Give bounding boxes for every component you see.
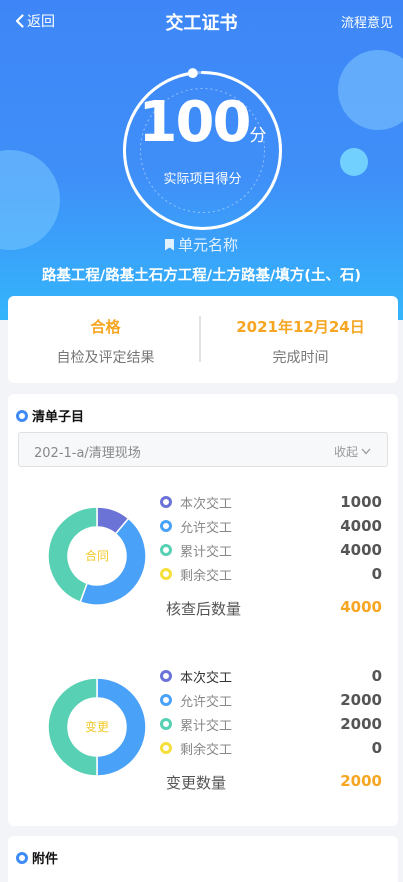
evaluation-status: 合格 [90, 318, 121, 336]
legend-label: 允许交工 [180, 520, 233, 536]
unit-name-label: 单元名称 [0, 234, 403, 255]
inventory-card: 清单子目 202-1-a/清理现场 收起 合同 本次交工 1000 允许交工 4… [8, 394, 398, 826]
completion-time: 2021年12月24日 完成时间 [203, 296, 398, 383]
score-unit: 分 [249, 126, 267, 146]
legend-value: 4000 [340, 541, 382, 559]
section-dot-icon [16, 851, 28, 864]
chevron-down-icon [361, 448, 371, 455]
unit-name-text: 单元名称 [177, 236, 238, 254]
summary-value: 2000 [340, 772, 382, 790]
contract-donut-chart: 合同 [48, 507, 146, 605]
attachments-card: 附件 [8, 836, 398, 882]
legend-row: 累计交工 2000 [160, 712, 382, 736]
item-select[interactable]: 202-1-a/清理现场 收起 [18, 432, 388, 467]
completion-label: 完成时间 [272, 350, 329, 366]
summary-label: 核查后数量 [166, 600, 242, 618]
legend-value: 4000 [340, 517, 382, 535]
score-value: 100 [138, 90, 252, 155]
contract-summary: 核查后数量 4000 [166, 598, 382, 619]
change-summary: 变更数量 2000 [166, 772, 382, 793]
collapse-label: 收起 [333, 445, 358, 459]
legend-label: 剩余交工 [180, 568, 233, 584]
flow-opinion-button[interactable]: 流程意见 [341, 12, 393, 31]
change-legend: 本次交工 0 允许交工 2000 累计交工 2000 剩余交工 0 [160, 664, 382, 760]
result-card: 合格 自检及评定结果 2021年12月24日 完成时间 [8, 296, 398, 383]
attachments-title: 附件 [32, 852, 59, 867]
donut-center-label: 变更 [85, 719, 109, 734]
legend-value: 0 [371, 667, 382, 685]
legend-row: 累计交工 4000 [160, 538, 382, 562]
score-value-wrap: 100分 [120, 90, 285, 155]
score-ring: 100分 实际项目得分 [120, 68, 285, 233]
legend-value: 2000 [340, 691, 382, 709]
bookmark-icon [164, 238, 174, 251]
legend-row: 本次交工 1000 [160, 490, 382, 514]
legend-dot-icon [160, 718, 172, 730]
legend-label: 本次交工 [180, 496, 233, 512]
legend-label: 剩余交工 [180, 742, 233, 758]
top-bar: 返回 交工证书 流程意见 [0, 0, 403, 44]
legend-label: 累计交工 [180, 544, 233, 560]
decor-bubble [340, 148, 368, 176]
contract-legend: 本次交工 1000 允许交工 4000 累计交工 4000 剩余交工 0 [160, 490, 382, 586]
inventory-section-title: 清单子目 [16, 406, 84, 425]
hero-header: 返回 交工证书 流程意见 100分 实际项目得分 单元名称 路基工程/路基土石方… [0, 0, 403, 320]
legend-dot-icon [160, 520, 172, 532]
item-select-value: 202-1-a/清理现场 [34, 446, 141, 461]
collapse-toggle[interactable]: 收起 [334, 443, 371, 460]
donut-center-label: 合同 [85, 548, 109, 563]
section-dot-icon [16, 409, 28, 422]
summary-value: 4000 [340, 598, 382, 616]
evaluation-label: 自检及评定结果 [56, 350, 155, 366]
summary-label: 变更数量 [166, 774, 227, 792]
legend-dot-icon [160, 694, 172, 706]
legend-dot-icon [160, 568, 172, 580]
legend-row: 剩余交工 0 [160, 562, 382, 586]
legend-row: 本次交工 0 [160, 664, 382, 688]
project-path: 路基工程/路基土石方工程/土方路基/填方(土、石) [41, 268, 362, 284]
legend-row: 剩余交工 0 [160, 736, 382, 760]
legend-value: 2000 [340, 715, 382, 733]
legend-row: 允许交工 2000 [160, 688, 382, 712]
legend-value: 0 [371, 565, 382, 583]
legend-row: 允许交工 4000 [160, 514, 382, 538]
legend-dot-icon [160, 544, 172, 556]
divider [199, 316, 201, 362]
legend-dot-icon [160, 496, 172, 508]
legend-label: 允许交工 [180, 694, 233, 710]
completion-date: 2021年12月24日 [236, 318, 365, 336]
inventory-title: 清单子目 [32, 410, 85, 425]
legend-dot-icon [160, 742, 172, 754]
score-label: 实际项目得分 [163, 172, 242, 187]
legend-label: 累计交工 [180, 718, 233, 734]
legend-dot-icon [160, 670, 172, 682]
decor-bubble [338, 50, 403, 130]
attachments-section-title: 附件 [16, 848, 58, 867]
change-donut-chart: 变更 [48, 678, 146, 776]
evaluation-result: 合格 自检及评定结果 [8, 296, 203, 383]
legend-label: 本次交工 [180, 670, 233, 686]
legend-value: 1000 [340, 493, 382, 511]
legend-value: 0 [371, 739, 382, 757]
